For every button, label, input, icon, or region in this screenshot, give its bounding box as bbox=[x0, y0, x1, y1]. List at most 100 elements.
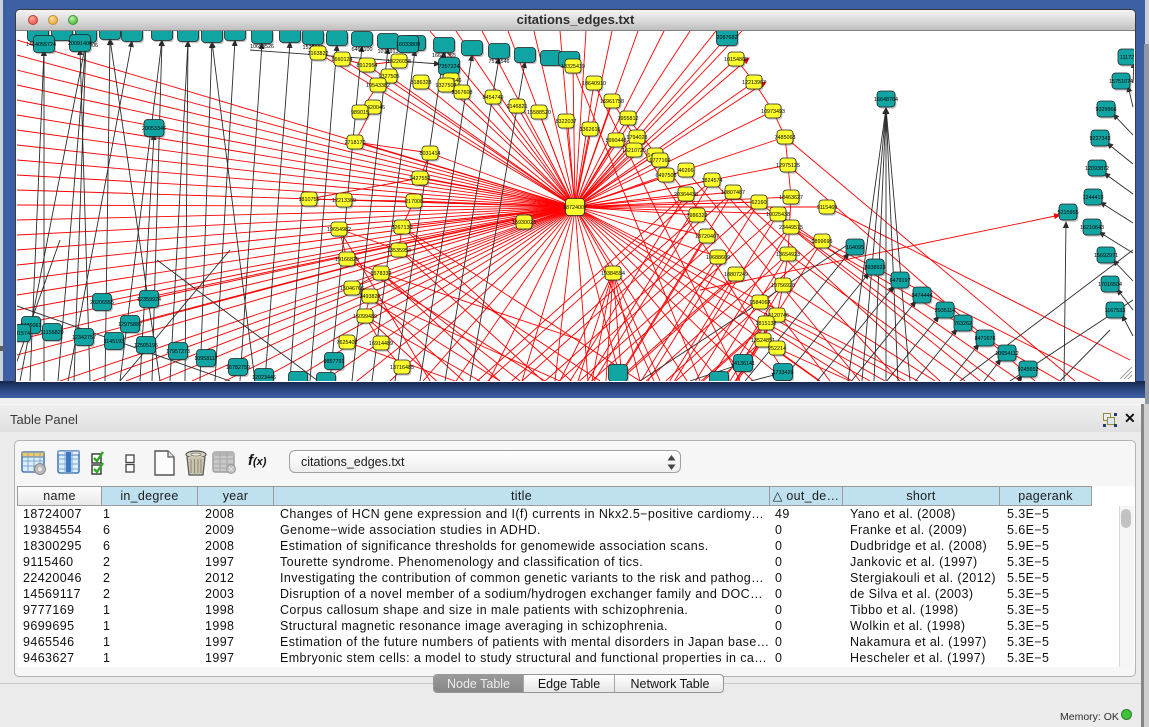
svg-text:15692971: 15692971 bbox=[1094, 253, 1118, 259]
svg-text:10958117: 10958117 bbox=[194, 356, 218, 362]
svg-text:8912954: 8912954 bbox=[357, 63, 378, 69]
svg-text:19654982: 19654982 bbox=[327, 227, 351, 233]
svg-text:3824574: 3824574 bbox=[702, 178, 723, 184]
svg-text:1815132: 1815132 bbox=[756, 321, 777, 327]
svg-text:7625402: 7625402 bbox=[337, 340, 358, 346]
svg-text:14055724: 14055724 bbox=[32, 42, 56, 48]
svg-text:9327508: 9327508 bbox=[436, 83, 457, 89]
svg-text:20206555: 20206555 bbox=[90, 300, 114, 306]
svg-text:10973493: 10973493 bbox=[761, 109, 785, 115]
svg-text:13654923: 13654923 bbox=[776, 252, 800, 258]
svg-text:10653526: 10653526 bbox=[250, 44, 274, 50]
svg-text:18463627: 18463627 bbox=[779, 195, 803, 201]
svg-text:12359924: 12359924 bbox=[137, 297, 161, 303]
svg-text:12093872: 12093872 bbox=[1085, 166, 1109, 172]
svg-text:9777169: 9777169 bbox=[650, 158, 671, 164]
svg-text:1145193: 1145193 bbox=[104, 339, 125, 345]
svg-text:6466100: 6466100 bbox=[352, 47, 373, 53]
svg-text:16914489: 16914489 bbox=[369, 341, 393, 347]
svg-text:9427552: 9427552 bbox=[410, 176, 431, 182]
svg-text:9227343: 9227343 bbox=[1090, 136, 1111, 142]
svg-text:10025438: 10025438 bbox=[766, 212, 790, 218]
svg-text:11156829: 11156829 bbox=[40, 330, 63, 336]
svg-text:46266: 46266 bbox=[679, 168, 694, 174]
svg-text:763262: 763262 bbox=[954, 321, 972, 327]
svg-text:16210725: 16210725 bbox=[622, 148, 646, 154]
svg-text:23449575: 23449575 bbox=[779, 225, 803, 231]
svg-text:15751074: 15751074 bbox=[1109, 79, 1133, 85]
svg-text:252214: 252214 bbox=[768, 346, 786, 352]
svg-text:13325419: 13325419 bbox=[561, 64, 585, 70]
svg-text:62160: 62160 bbox=[752, 200, 767, 206]
svg-text:1362615: 1362615 bbox=[580, 127, 601, 133]
svg-text:1167533: 1167533 bbox=[1105, 308, 1126, 314]
svg-text:13535954: 13535954 bbox=[387, 248, 411, 254]
svg-text:13716485: 13716485 bbox=[390, 365, 414, 371]
svg-text:13720407: 13720407 bbox=[695, 234, 719, 240]
svg-text:9857791: 9857791 bbox=[324, 359, 345, 365]
svg-text:9584067: 9584067 bbox=[750, 300, 771, 306]
svg-text:6479197: 6479197 bbox=[890, 278, 911, 284]
svg-text:16033809: 16033809 bbox=[396, 42, 420, 48]
svg-text:9245652: 9245652 bbox=[1018, 367, 1039, 373]
svg-text:7357224: 7357224 bbox=[439, 64, 460, 70]
svg-text:2718170: 2718170 bbox=[345, 140, 366, 146]
svg-text:12213967: 12213967 bbox=[742, 80, 766, 86]
svg-text:9115460: 9115460 bbox=[817, 205, 838, 211]
svg-text:8454749: 8454749 bbox=[483, 95, 504, 101]
svg-text:12213369: 12213369 bbox=[332, 198, 356, 204]
svg-text:10154808: 10154808 bbox=[724, 57, 748, 63]
svg-text:15046766: 15046766 bbox=[340, 286, 364, 292]
svg-text:12023446: 12023446 bbox=[252, 375, 276, 381]
svg-text:164095: 164095 bbox=[846, 245, 864, 251]
svg-text:18807249: 18807249 bbox=[724, 272, 748, 278]
svg-text:12975125: 12975125 bbox=[776, 163, 800, 169]
svg-text:9329966: 9329966 bbox=[1096, 107, 1117, 113]
svg-text:9474444: 9474444 bbox=[912, 293, 933, 299]
svg-text:10654112: 10654112 bbox=[995, 351, 1019, 357]
svg-text:20053346: 20053346 bbox=[142, 126, 166, 132]
svg-text:10543382: 10543382 bbox=[366, 83, 390, 89]
svg-text:7163822: 7163822 bbox=[308, 51, 329, 57]
svg-text:5578332: 5578332 bbox=[371, 271, 392, 277]
svg-text:15099489: 15099489 bbox=[353, 314, 377, 320]
svg-text:6497508: 6497508 bbox=[656, 173, 677, 179]
svg-text:8031414: 8031414 bbox=[420, 151, 441, 157]
svg-text:11172: 11172 bbox=[1120, 55, 1134, 61]
svg-text:7955812: 7955812 bbox=[618, 116, 639, 122]
svg-text:7485063: 7485063 bbox=[775, 135, 796, 141]
svg-text:19384554: 19384554 bbox=[601, 271, 625, 277]
svg-text:7986322: 7986322 bbox=[687, 213, 708, 219]
svg-text:19166825: 19166825 bbox=[335, 257, 359, 263]
svg-text:3267130: 3267130 bbox=[392, 225, 413, 231]
svg-text:17957273: 17957273 bbox=[166, 349, 190, 355]
svg-text:8660124: 8660124 bbox=[332, 57, 353, 63]
svg-text:18724007: 18724007 bbox=[563, 205, 587, 211]
svg-text:3493822: 3493822 bbox=[360, 294, 381, 300]
svg-text:18640910: 18640910 bbox=[582, 81, 606, 87]
svg-text:5215955: 5215955 bbox=[1058, 210, 1079, 216]
svg-text:9794028: 9794028 bbox=[627, 135, 648, 141]
svg-text:2935114: 2935114 bbox=[935, 308, 956, 314]
svg-text:15588520: 15588520 bbox=[527, 110, 551, 116]
svg-text:8322037: 8322037 bbox=[556, 119, 577, 125]
svg-text:16961758: 16961758 bbox=[600, 99, 624, 105]
svg-text:2367608: 2367608 bbox=[452, 90, 473, 96]
svg-text:19756928: 19756928 bbox=[771, 283, 795, 289]
svg-text:20091406: 20091406 bbox=[68, 41, 92, 47]
svg-text:16210643: 16210643 bbox=[1080, 225, 1104, 231]
svg-text:7515546: 7515546 bbox=[489, 59, 510, 65]
svg-text:9146821: 9146821 bbox=[507, 104, 528, 110]
svg-text:8471676: 8471676 bbox=[975, 336, 996, 342]
svg-text:9899695: 9899695 bbox=[812, 239, 833, 245]
svg-text:8186328: 8186328 bbox=[411, 80, 432, 86]
svg-text:2087682: 2087682 bbox=[717, 35, 738, 41]
svg-text:16648764: 16648764 bbox=[874, 97, 898, 103]
svg-text:17016504: 17016504 bbox=[1098, 282, 1122, 288]
svg-text:1810755: 1810755 bbox=[299, 197, 320, 203]
svg-text:1244413: 1244413 bbox=[1083, 195, 1104, 201]
svg-text:12342757: 12342757 bbox=[72, 335, 96, 341]
svg-text:15930023: 15930023 bbox=[512, 220, 536, 226]
svg-text:8938923: 8938923 bbox=[865, 265, 886, 271]
svg-text:13226058: 13226058 bbox=[387, 59, 411, 65]
